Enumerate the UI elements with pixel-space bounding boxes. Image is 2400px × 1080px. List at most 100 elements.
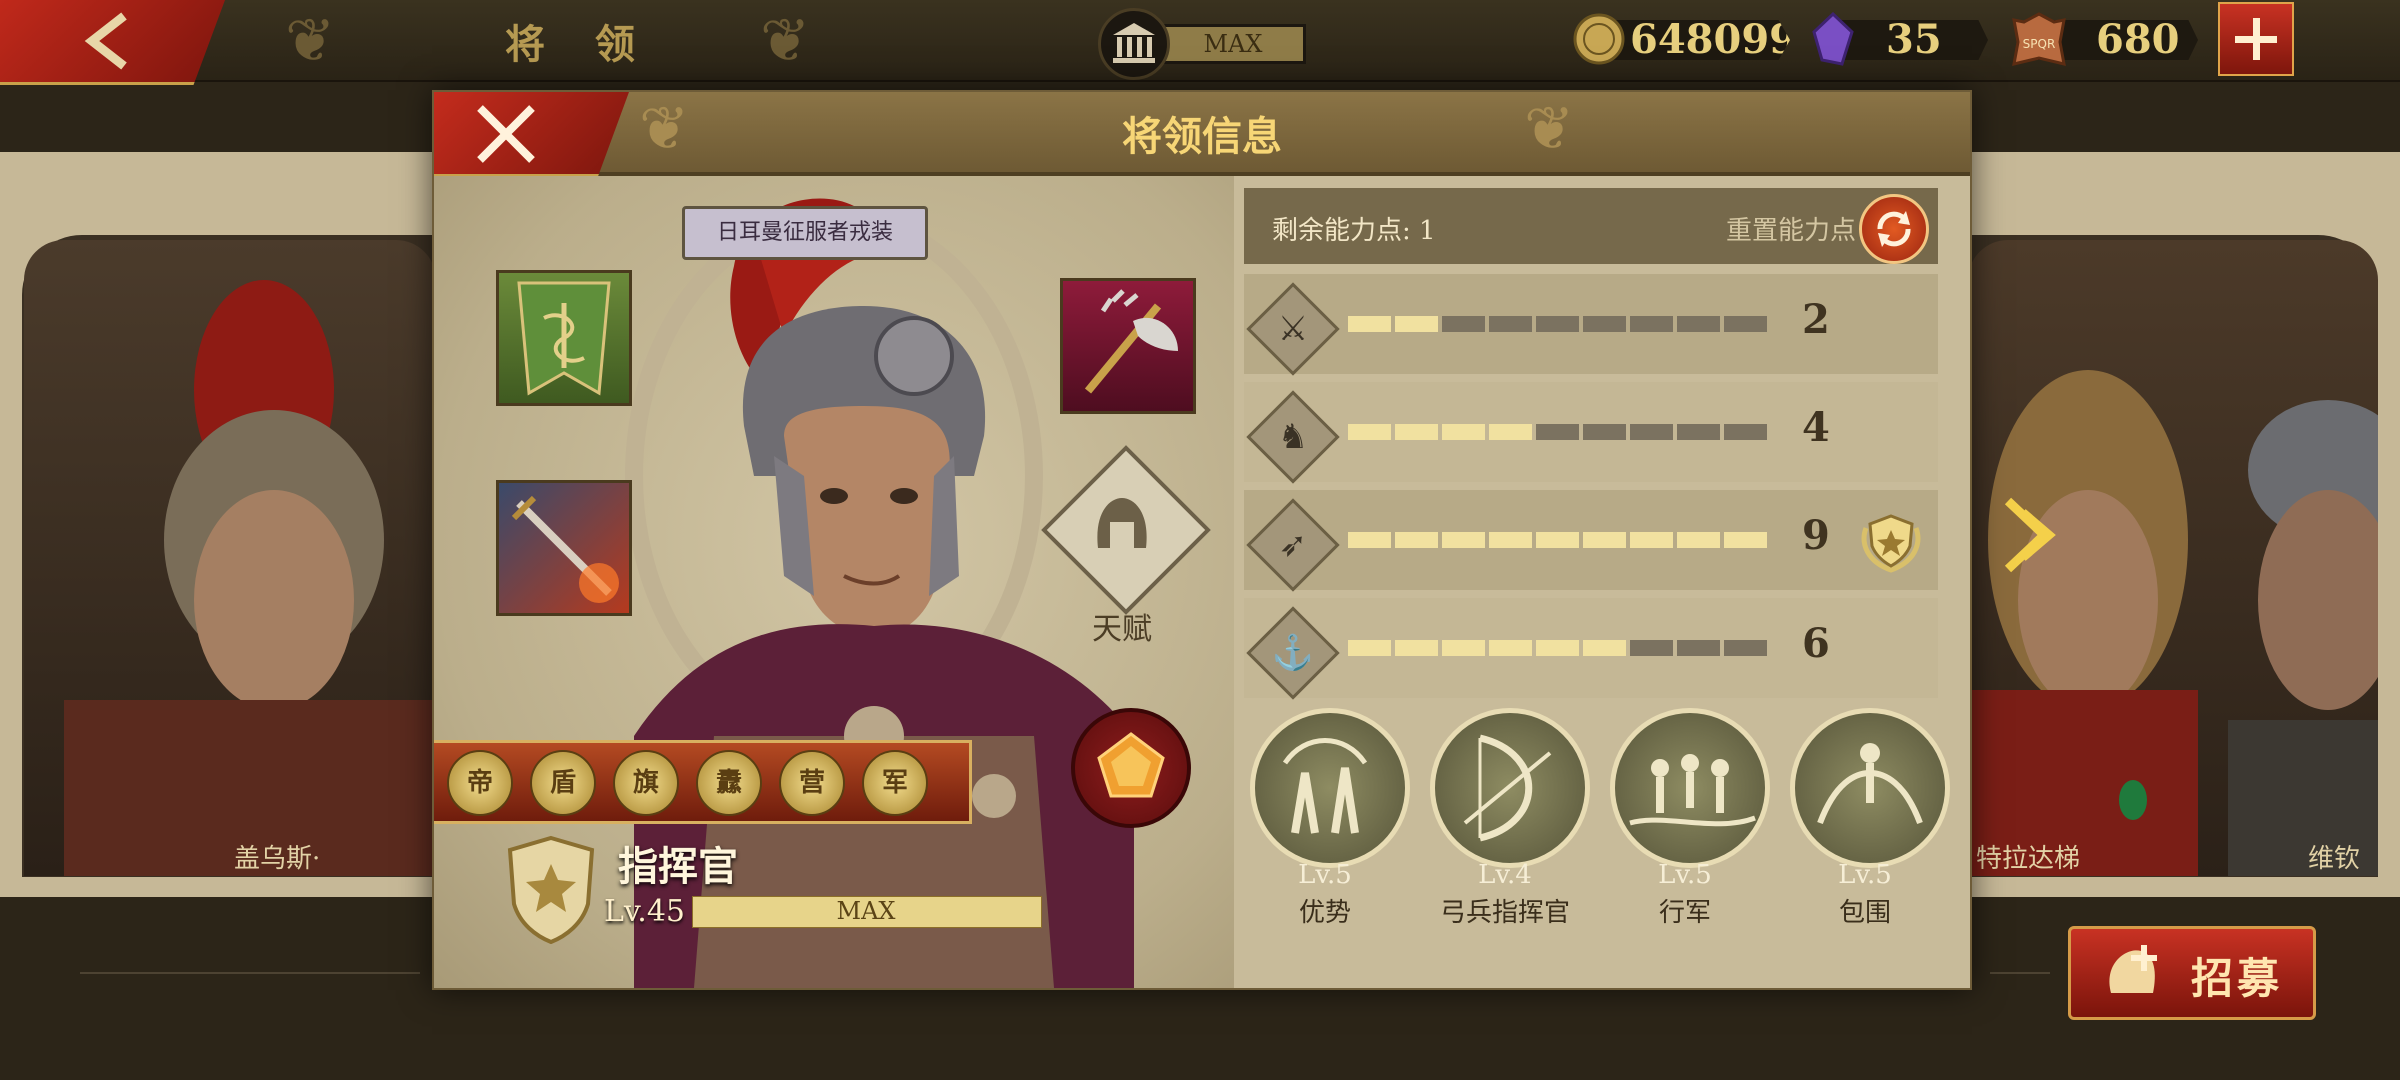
skill-archer-commander[interactable] xyxy=(1430,708,1590,868)
stat-bar-segment-empty xyxy=(1724,316,1767,332)
stat-value: 9 xyxy=(1802,512,1830,559)
stat-bar-segment-empty xyxy=(1630,640,1673,656)
skill-level: Lv.5 xyxy=(1838,860,1892,890)
stat-bar-segment-filled xyxy=(1677,532,1720,548)
stat-value: 2 xyxy=(1802,296,1830,343)
gem-socket-button[interactable] xyxy=(1071,708,1191,828)
cavalry-horse-icon: ♞ xyxy=(1277,417,1309,457)
stat-bar-segment-filled xyxy=(1536,640,1579,656)
refresh-icon xyxy=(1877,211,1911,247)
skill-level: Lv.5 xyxy=(1298,860,1352,890)
rank-shield-icon xyxy=(507,835,595,944)
rank-badge[interactable]: 旗 xyxy=(613,750,679,816)
stat-bar-segment-filled xyxy=(1724,532,1767,548)
skill-advantage[interactable] xyxy=(1250,708,1410,868)
stat-bar-segment-empty xyxy=(1677,316,1720,332)
equip-slot-sword[interactable] xyxy=(496,480,632,616)
sword-icon: ⚔ xyxy=(1277,309,1309,349)
building-level-badge: MAX xyxy=(1160,24,1306,64)
stat-bar-segment-filled xyxy=(1442,424,1485,440)
stat-bar-segment-filled xyxy=(1442,532,1485,548)
reset-points-button[interactable] xyxy=(1859,194,1929,264)
axe-icon xyxy=(1084,289,1178,394)
gem-icon xyxy=(1806,11,1860,66)
laurel-left-icon: ❦ xyxy=(285,6,336,76)
stat-bar-segment-filled xyxy=(1395,532,1438,548)
rank-badge[interactable]: 帝 xyxy=(447,750,513,816)
stat-bar-segment-empty xyxy=(1583,424,1626,440)
stat-value: 6 xyxy=(1802,620,1830,667)
stat-bar-segment-empty xyxy=(1630,316,1673,332)
remaining-points: 剩余能力点: 1 xyxy=(1272,216,1436,246)
laurel-right-icon: ❦ xyxy=(760,6,811,76)
stat-row-cavalry[interactable]: ♞ 4 xyxy=(1244,382,1938,484)
hero-level: Lv.45 xyxy=(604,894,686,929)
close-button[interactable] xyxy=(434,92,629,177)
skill-march[interactable] xyxy=(1610,708,1770,868)
archers-icon xyxy=(1282,738,1368,834)
stat-bar-segment-filled xyxy=(1536,532,1579,548)
coin-value: 648099 xyxy=(1630,16,1797,63)
exp-label: MAX xyxy=(836,897,896,925)
screen-title: 将 领 xyxy=(505,21,653,68)
reset-points-label: 重置能力点 xyxy=(1726,216,1857,246)
recruit-button[interactable]: 招募 xyxy=(2068,926,2316,1020)
stat-row-navy[interactable]: ⚓ 6 xyxy=(1244,598,1938,700)
stat-bar-segment-empty xyxy=(1583,316,1626,332)
skill-level: Lv.5 xyxy=(1658,860,1712,890)
bow-icon xyxy=(1463,734,1552,842)
stat-bar-segment-filled xyxy=(1630,532,1673,548)
stat-row-archer[interactable]: ➶ 9 xyxy=(1244,490,1938,592)
next-hero-chevron-icon[interactable] xyxy=(2000,495,2060,579)
costume-name-button[interactable]: 日耳曼征服者戎装 xyxy=(682,206,928,260)
back-arrow-icon xyxy=(84,12,127,70)
stat-bar-segment-empty xyxy=(1724,640,1767,656)
stat-bar-segment-empty xyxy=(1536,316,1579,332)
rank-badge[interactable]: 营 xyxy=(779,750,845,816)
stat-bar-segment-filled xyxy=(1489,532,1532,548)
modal-title: 将领信息 xyxy=(1122,113,1282,160)
recruit-label: 招募 xyxy=(2191,954,2284,1003)
stat-bar-segment-filled xyxy=(1348,640,1391,656)
skill-encircle[interactable] xyxy=(1790,708,1950,868)
stat-bar-segment-empty xyxy=(1677,424,1720,440)
back-button[interactable] xyxy=(0,0,225,85)
add-resource-button[interactable] xyxy=(2218,2,2294,76)
stat-bar-segment-empty xyxy=(1442,316,1485,332)
left-hero-card[interactable]: 盖乌斯· xyxy=(24,240,436,876)
stat-bar-segment-empty xyxy=(1724,424,1767,440)
spqr-banner-icon: SPQR xyxy=(2010,12,2066,66)
stat-bar-segment-empty xyxy=(1630,424,1673,440)
stat-bar xyxy=(1348,640,1774,656)
coin-counter: 648099 xyxy=(1600,20,1790,60)
skill-name: 包围 xyxy=(1838,898,1891,928)
gem-value: 35 xyxy=(1886,16,1942,63)
temple-icon xyxy=(1113,23,1155,63)
divider-right xyxy=(1990,972,2050,974)
spartan-helmet-icon xyxy=(2109,945,2157,993)
fire-sword-icon xyxy=(511,495,619,603)
stat-bar-segment-filled xyxy=(1348,532,1391,548)
stat-bar-segment-filled xyxy=(1583,640,1626,656)
rank-badge[interactable]: 盾 xyxy=(530,750,596,816)
marching-troops-icon xyxy=(1629,754,1756,827)
stat-bar-segment-filled xyxy=(1395,316,1438,332)
close-icon xyxy=(477,105,535,163)
banner-value: 680 xyxy=(2096,16,2180,63)
stat-row-infantry[interactable]: ⚔ 2 xyxy=(1244,274,1938,376)
stat-bar xyxy=(1348,424,1774,440)
helmet-icon xyxy=(1097,498,1147,548)
max-medal-icon xyxy=(1861,514,1921,573)
stat-bar-segment-filled xyxy=(1395,424,1438,440)
rank-badge[interactable]: 纛 xyxy=(696,750,762,816)
equip-slot-mercury-banner[interactable] xyxy=(496,270,632,406)
stat-bar-segment-filled xyxy=(1583,532,1626,548)
rank-badge[interactable]: 军 xyxy=(862,750,928,816)
general-info-modal: ❦ ❦ 将领信息 日耳曼征服者戎装 天赋 帝 盾 旗 纛 营 军 指挥官 Lv.… xyxy=(432,90,1972,990)
stats-panel: 剩余能力点: 1 重置能力点 ⚔ 2 ♞ 4 ➶ 9 ⚓ 6 xyxy=(1244,188,1938,782)
stat-bar xyxy=(1348,316,1774,332)
stat-bar-segment-empty xyxy=(1536,424,1579,440)
building-button[interactable] xyxy=(1098,8,1170,80)
stat-bar-segment-empty xyxy=(1489,316,1532,332)
equip-slot-axe[interactable] xyxy=(1060,278,1196,414)
